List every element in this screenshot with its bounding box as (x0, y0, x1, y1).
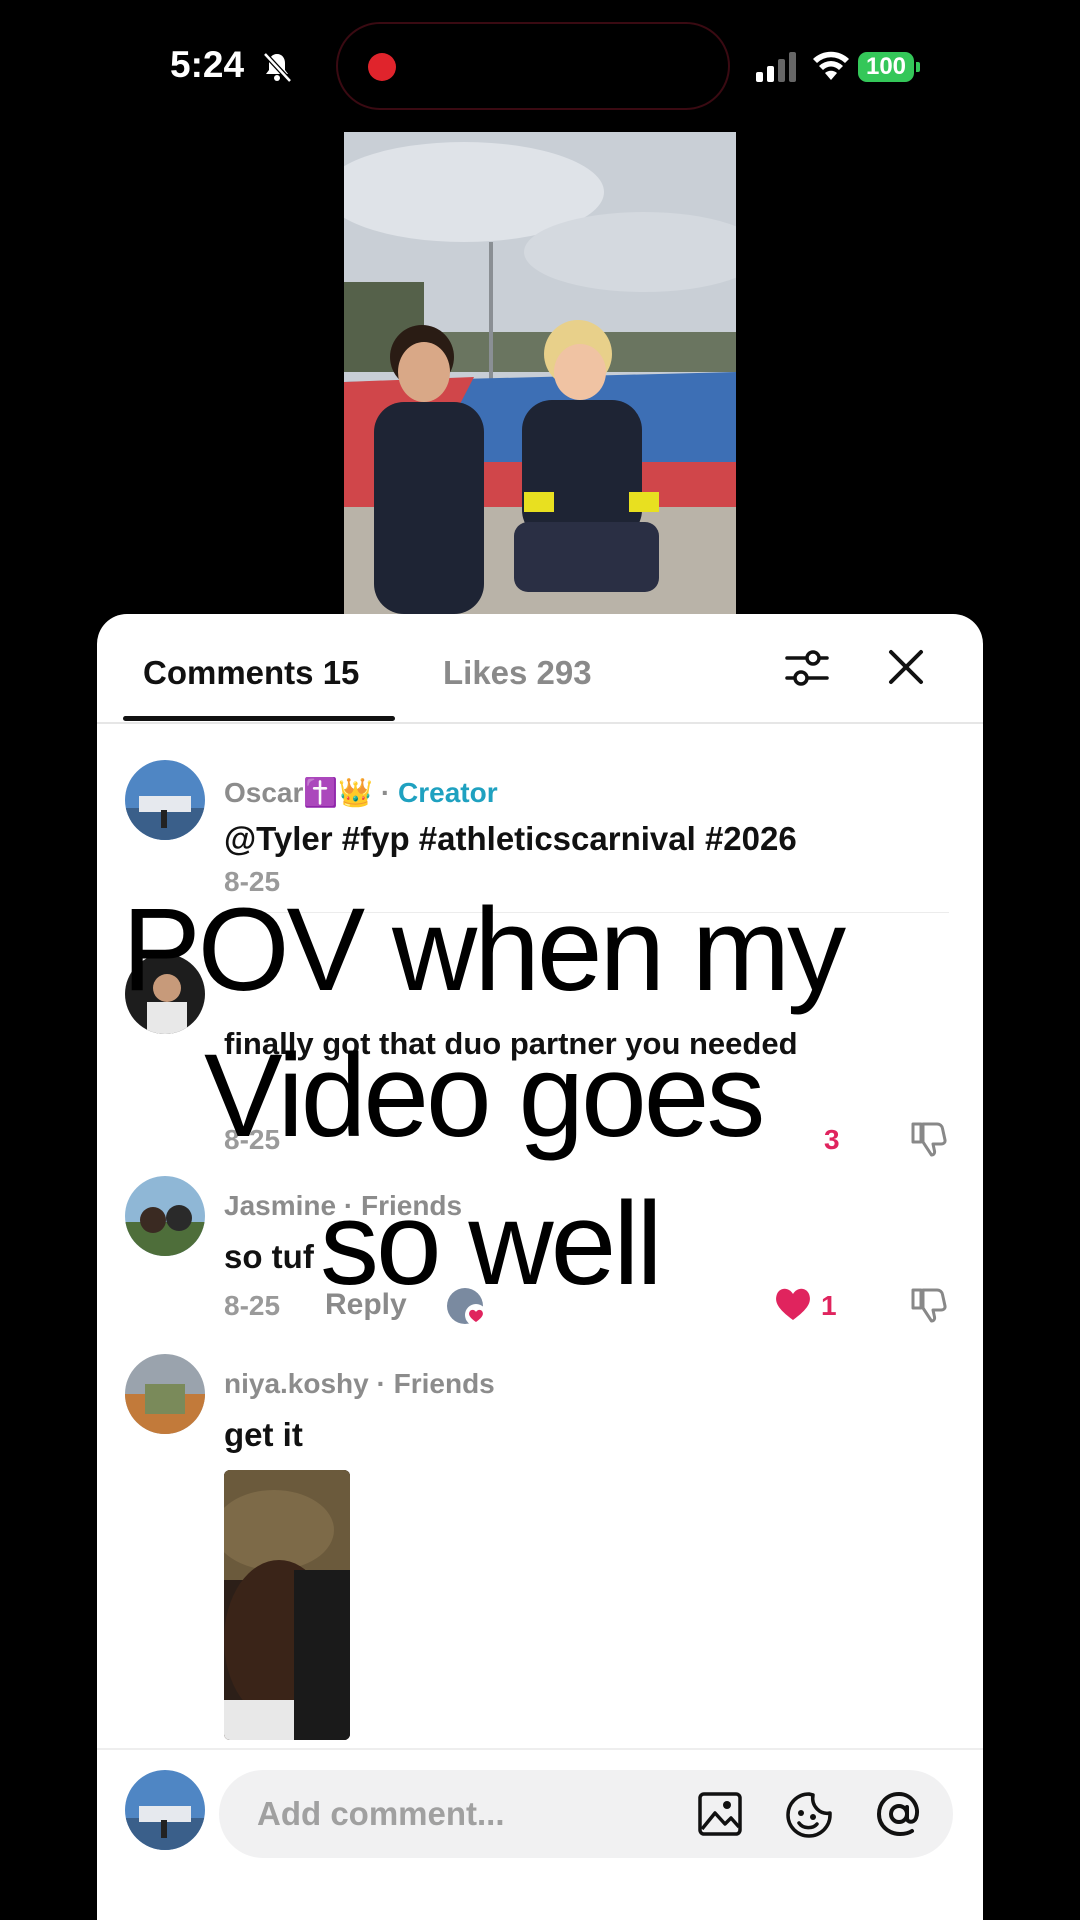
status-time: 5:24 (170, 44, 245, 85)
dislike-icon[interactable] (907, 1118, 949, 1160)
reply-button[interactable]: Reply (325, 1288, 407, 1322)
video-preview[interactable] (344, 132, 736, 614)
active-tab-indicator (123, 716, 395, 721)
battery-icon: 100 (858, 52, 920, 82)
comments-sheet: Comments 15 Likes 293 Oscar✝️👑 · Creator… (97, 614, 983, 1920)
friends-badge: Friends (393, 1368, 495, 1399)
like-count: 3 (824, 1124, 840, 1155)
avatar[interactable] (125, 760, 205, 840)
divider (224, 912, 949, 913)
comment-text: get it (224, 1416, 303, 1453)
comment-input[interactable]: Add comment... (219, 1770, 953, 1858)
avatar (125, 1770, 205, 1850)
emoji-icon[interactable] (785, 1791, 833, 1839)
comment-date: 8-25 (224, 866, 281, 897)
comment-author[interactable]: niya.koshy · Friends (224, 1368, 495, 1400)
recording-indicator (368, 53, 396, 81)
comment-text: @Tyler #fyp #athleticscarnival #2026 (224, 820, 797, 857)
tab-likes[interactable]: Likes 293 (443, 654, 592, 692)
author-name: niya.koshy (224, 1368, 369, 1399)
wifi-icon (813, 51, 849, 80)
filter-icon[interactable] (785, 646, 829, 690)
dynamic-island (336, 22, 730, 110)
avatar[interactable] (125, 1176, 205, 1256)
tab-bar: Comments 15 Likes 293 (97, 614, 983, 724)
friends-badge: Friends (360, 1190, 463, 1221)
comment-date: 8-25 (224, 1124, 281, 1155)
comment-author[interactable]: Jasmine · Friends (224, 1190, 462, 1222)
like-count: 1 (821, 1290, 837, 1321)
creator-badge: Creator (398, 777, 498, 808)
signal-icon (756, 52, 796, 82)
at-icon[interactable] (874, 1789, 924, 1839)
comment-gif[interactable] (224, 1470, 350, 1740)
author-name: Jasmine (224, 1190, 337, 1221)
comment-text: finally got that duo partner you needed (224, 1026, 798, 1061)
avatar[interactable] (125, 1354, 205, 1434)
image-icon[interactable] (697, 1791, 743, 1837)
comment-date: 8-25 (224, 1290, 281, 1321)
avatar[interactable] (125, 954, 205, 1034)
like-heart-icon[interactable] (773, 1284, 813, 1322)
comment-text: so tuf (224, 1238, 314, 1275)
bell-off-icon (263, 52, 292, 83)
tab-comments[interactable]: Comments 15 (143, 654, 359, 692)
dislike-icon[interactable] (907, 1284, 949, 1326)
comment-author[interactable]: Oscar✝️👑 · Creator (224, 776, 498, 809)
close-icon[interactable] (887, 648, 925, 686)
comment-input-placeholder: Add comment... (257, 1795, 505, 1832)
author-name: Oscar✝️👑 (224, 777, 374, 808)
creator-liked-heart-icon (465, 1304, 487, 1326)
comment-input-bar: Add comment... (97, 1748, 983, 1920)
